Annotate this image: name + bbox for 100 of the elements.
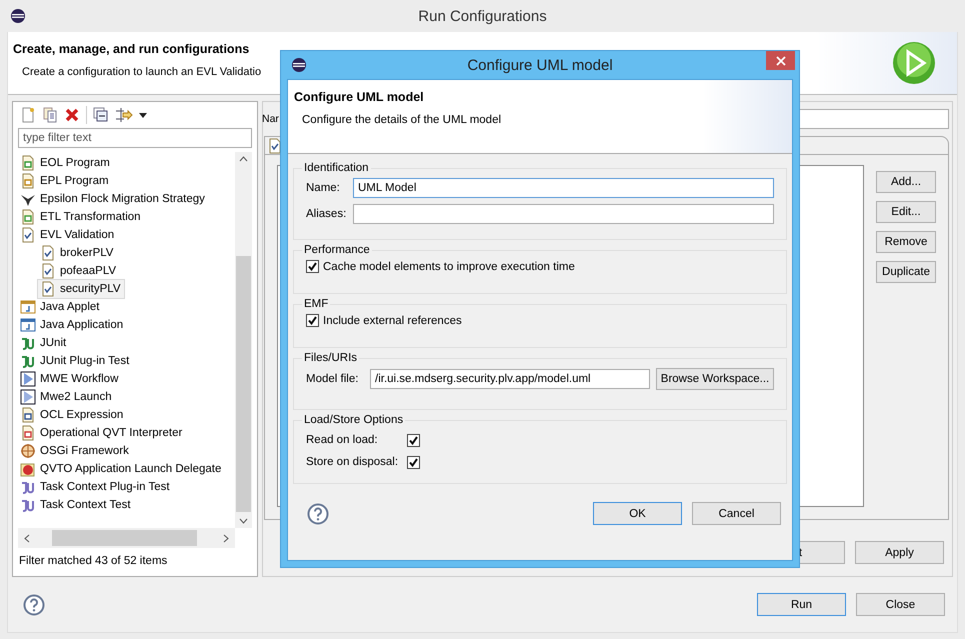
aliases-field[interactable]: [353, 204, 774, 224]
tree-item[interactable]: brokerPLV: [38, 244, 114, 262]
tree-item-label: JUnit Plug-in Test: [40, 355, 130, 367]
help-icon[interactable]: [307, 502, 329, 524]
new-icon[interactable]: [20, 107, 36, 123]
dialog-button[interactable]: Cancel: [692, 502, 781, 525]
tree-item[interactable]: JUnit: [18, 334, 66, 352]
tree-item[interactable]: Java Application: [18, 316, 124, 334]
checkbox[interactable]: [407, 434, 420, 446]
tree-item[interactable]: Epsilon Flock Migration Strategy: [18, 190, 205, 208]
group-title: EMF: [303, 298, 330, 310]
app-icon: [10, 8, 26, 24]
tree-item[interactable]: securityPLV: [38, 280, 124, 298]
field-label: Model file:: [306, 373, 360, 385]
checked-document-icon: [268, 138, 282, 154]
editor-button[interactable]: Apply: [855, 541, 944, 564]
vertical-scrollbar[interactable]: [235, 152, 252, 528]
field-label: Aliases:: [306, 208, 347, 220]
tree-item-label: Mwe2 Launch: [40, 391, 112, 403]
tree-item[interactable]: JUnit Plug-in Test: [18, 352, 130, 370]
dialog-title: Configure UML model: [467, 56, 613, 74]
tree-item[interactable]: ETL Transformation: [18, 208, 141, 226]
tree-item[interactable]: QVTO Application Launch Delegate: [18, 460, 222, 478]
tree-item[interactable]: MWE Workflow: [18, 370, 118, 388]
tree-item-label: MWE Workflow: [40, 373, 118, 385]
filter-status: Filter matched 43 of 52 items: [18, 554, 168, 567]
model-file-field[interactable]: /ir.ui.se.mdserg.security.plv.app/model.uml: [370, 369, 650, 389]
app-icon: [291, 57, 307, 73]
tree-item[interactable]: OCL Expression: [18, 406, 124, 424]
junit-icon: [20, 335, 36, 351]
group-title: Files/URIs: [303, 352, 358, 364]
tree-item[interactable]: Mwe2 Launch: [18, 388, 112, 406]
dialog-button[interactable]: Close: [856, 593, 945, 616]
checkbox[interactable]: [306, 314, 319, 327]
checkbox[interactable]: [306, 260, 319, 273]
filter-icon[interactable]: [115, 107, 133, 123]
tree-item[interactable]: Java Applet: [18, 298, 100, 316]
tree-item[interactable]: Task Context Plug-in Test: [18, 478, 170, 496]
tree-item-label: EPL Program: [40, 175, 109, 187]
list-button[interactable]: Duplicate: [876, 261, 936, 283]
collapse-icon[interactable]: [93, 107, 109, 123]
scroll-left-icon[interactable]: [24, 534, 30, 542]
checked-document-icon: [40, 245, 56, 261]
group-title: Identification: [303, 162, 370, 174]
checked-document-icon: [40, 281, 56, 297]
scroll-down-icon[interactable]: [239, 518, 248, 524]
tree-item[interactable]: EPL Program: [18, 172, 109, 190]
checkbox-label: Read on load:: [306, 434, 379, 446]
header-title: Create, manage, and run configurations: [13, 42, 250, 56]
document-icon: [20, 173, 36, 189]
field-label: Name:: [306, 182, 341, 194]
window-title: Run Configurations: [418, 8, 547, 24]
horizontal-scrollbar[interactable]: [18, 528, 235, 548]
dialog-description: Configure the details of the UML model: [301, 114, 502, 126]
checkbox-label: Store on disposal:: [306, 456, 400, 468]
tree-item-label: Java Application: [40, 319, 124, 331]
tree-item[interactable]: OSGi Framework: [18, 442, 129, 460]
tree-item-label: securityPLV: [60, 283, 121, 295]
help-icon[interactable]: [23, 594, 45, 616]
checkbox[interactable]: [407, 456, 420, 468]
junit-icon: [20, 353, 36, 369]
tree-item-label: OSGi Framework: [40, 445, 129, 457]
duplicate-icon[interactable]: [42, 107, 58, 123]
tree-item[interactable]: EVL Validation: [18, 226, 114, 244]
tree-item-label: Java Applet: [40, 301, 100, 313]
name-field[interactable]: UML Model: [353, 178, 774, 198]
group-title: Load/Store Options: [303, 414, 404, 426]
tree-item[interactable]: pofeaaPLV: [38, 262, 116, 280]
checkbox-label: Include external references: [323, 314, 462, 326]
checked-document-icon: [40, 263, 56, 279]
dialog-button[interactable]: OK: [593, 502, 682, 525]
document-icon: [20, 155, 36, 171]
play-icon: [20, 389, 36, 405]
close-icon: [776, 56, 786, 66]
window-icon: [20, 317, 36, 333]
browse-button[interactable]: Browse Workspace...: [656, 368, 774, 390]
scroll-up-icon[interactable]: [239, 156, 248, 162]
list-button[interactable]: Add...: [876, 171, 936, 193]
checkbox-label: Cache model elements to improve execution time: [323, 260, 575, 272]
tree-item[interactable]: Task Context Test: [18, 496, 131, 514]
list-button[interactable]: Edit...: [876, 201, 936, 223]
tree-item[interactable]: EOL Program: [18, 154, 110, 172]
checked-document-icon: [20, 227, 36, 243]
close-button[interactable]: [766, 51, 795, 70]
play-icon: [20, 371, 36, 387]
tree-item-label: QVTO Application Launch Delegate: [40, 463, 222, 475]
tree-item-label: ETL Transformation: [40, 211, 141, 223]
header-description: Create a configuration to launch an EVL Validatio: [21, 66, 262, 78]
window-icon: [20, 299, 36, 315]
tree-item-label: Operational QVT Interpreter: [40, 427, 182, 439]
dialog-button[interactable]: Run: [757, 593, 846, 616]
scroll-right-icon[interactable]: [223, 534, 229, 542]
filter-field[interactable]: type filter text: [18, 128, 252, 148]
tree-item-label: Epsilon Flock Migration Strategy: [40, 193, 205, 205]
tree-item-label: JUnit: [40, 337, 66, 349]
tree-item[interactable]: Operational QVT Interpreter: [18, 424, 182, 442]
list-button[interactable]: Remove: [876, 231, 936, 253]
dialog-heading: Configure UML model: [294, 90, 424, 104]
delete-icon[interactable]: [64, 107, 80, 123]
dropdown-icon[interactable]: [139, 112, 147, 118]
